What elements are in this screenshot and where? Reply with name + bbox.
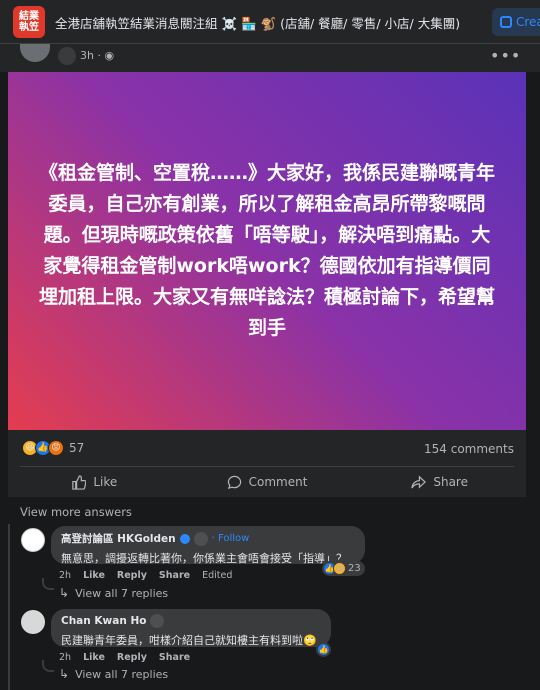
thread-line [8, 524, 10, 690]
hkgolden-avatar[interactable] [21, 528, 45, 552]
comment-share-button[interactable]: Share [159, 570, 190, 581]
divider [20, 466, 514, 467]
group-title[interactable]: 全港店舖執笠結業消息關注組 ☠️ 🏪 🐒 (店舖/ 餐廳/ 零售/ 小店/ 大集… [55, 13, 460, 32]
comment-button[interactable]: Comment [181, 468, 354, 496]
more-options-icon[interactable]: ••• [490, 46, 521, 65]
thumbs-up-icon [72, 474, 87, 490]
view-replies-link[interactable]: ↳ View all 7 replies [59, 667, 168, 681]
fan-badge-icon [150, 614, 165, 628]
share-icon [411, 474, 427, 489]
author-badge-icon [58, 47, 76, 65]
comment-icon [227, 475, 241, 489]
reply-connector [42, 578, 54, 590]
comment-reply-button[interactable]: Reply [117, 570, 147, 581]
edited-label: Edited [202, 570, 233, 581]
comment-text: 無意思，調擾返轉比著你，你係業主會唔會接受「指導」？ [61, 552, 347, 565]
create-icon [500, 16, 512, 28]
share-button[interactable]: Share [353, 468, 526, 496]
view-more-answers-link[interactable]: View more answers [20, 505, 132, 519]
like-label: Like [93, 475, 118, 489]
comment-like-button[interactable]: Like [83, 652, 105, 663]
like-reaction-icon: 👍 [317, 643, 330, 656]
reply-connector [42, 660, 54, 672]
verified-icon [179, 533, 190, 544]
view-replies-label: View all 7 replies [75, 586, 169, 600]
create-button[interactable]: Crea [492, 8, 540, 36]
group-logo-line2: 執笠 [19, 22, 39, 33]
view-replies-label: View all 7 replies [75, 667, 169, 681]
globe-icon: ◉ [104, 49, 115, 62]
comment-like-button[interactable]: Like [83, 570, 105, 581]
comment-author-name[interactable]: Chan Kwan Ho [61, 615, 146, 627]
comment-author: Chan Kwan Ho [61, 614, 321, 628]
comment-reply-button[interactable]: Reply [117, 652, 147, 663]
chan-kwan-ho-avatar[interactable] [21, 610, 45, 634]
fan-badge-icon [193, 531, 208, 546]
group-logo[interactable]: 結業 執笠 [13, 6, 45, 38]
reply-arrow-icon: ↳ [59, 667, 70, 681]
comment-actions: 2h Like Reply Share [59, 652, 190, 663]
follow-link[interactable]: · Follow [212, 533, 250, 544]
comment-author: 高登討論區 HKGolden · Follow [61, 531, 355, 546]
comment-bubble: 高登討論區 HKGolden · Follow 無意思，調擾返轉比著你，你係業主… [51, 526, 365, 565]
post-footer: 😆 👍 😡 57 154 comments Like Comment Share [8, 430, 526, 497]
comment-time[interactable]: 2h [59, 570, 71, 581]
comment-reaction-count: 23 [348, 563, 361, 574]
post-actions: Like Comment Share [8, 468, 526, 496]
view-replies-link[interactable]: ↳ View all 7 replies [59, 586, 168, 600]
group-logo-line1: 結業 [19, 11, 39, 22]
angry-reaction-icon: 😡 [48, 440, 64, 456]
comment-reactions[interactable]: 👍 [316, 642, 331, 657]
reply-arrow-icon: ↳ [59, 586, 70, 600]
comment-share-button[interactable]: Share [159, 652, 190, 663]
group-header: 結業 執笠 全港店舖執笠結業消息關注組 ☠️ 🏪 🐒 (店舖/ 餐廳/ 零售/ … [0, 0, 540, 44]
comment-time[interactable]: 2h [59, 652, 71, 663]
comment-count[interactable]: 154 comments [424, 442, 514, 456]
post-text: 《租金管制、空置稅……》大家好，我係民建聯嘅青年委員，自己亦有創業，所以了解租金… [38, 162, 495, 339]
share-label: Share [433, 475, 468, 489]
reaction-count: 57 [69, 441, 85, 455]
post-body: 《租金管制、空置稅……》大家好，我係民建聯嘅青年委員，自己亦有創業，所以了解租金… [8, 72, 526, 430]
comment-bubble: Chan Kwan Ho 民建聯青年委員，咁樣介紹自己就知樓主有料到啦🙄 [51, 609, 331, 647]
author-avatar[interactable] [20, 44, 50, 62]
like-button[interactable]: Like [8, 468, 181, 496]
create-label: Crea [516, 15, 540, 29]
haha-reaction-icon: 😆 [333, 562, 346, 575]
comment-actions: 2h Like Reply Share Edited [59, 570, 232, 581]
comment-text: 民建聯青年委員，咁樣介紹自己就知樓主有料到啦🙄 [61, 634, 317, 647]
post-meta: 3h · ◉ ••• [0, 44, 540, 72]
comment-reactions[interactable]: 👍 😆 23 [322, 561, 365, 576]
reaction-summary[interactable]: 😆 👍 😡 57 [22, 440, 84, 456]
comment-author-name[interactable]: 高登討論區 HKGolden [61, 531, 176, 546]
post-time[interactable]: 3h · ◉ [80, 49, 114, 62]
comment-label: Comment [248, 475, 308, 489]
